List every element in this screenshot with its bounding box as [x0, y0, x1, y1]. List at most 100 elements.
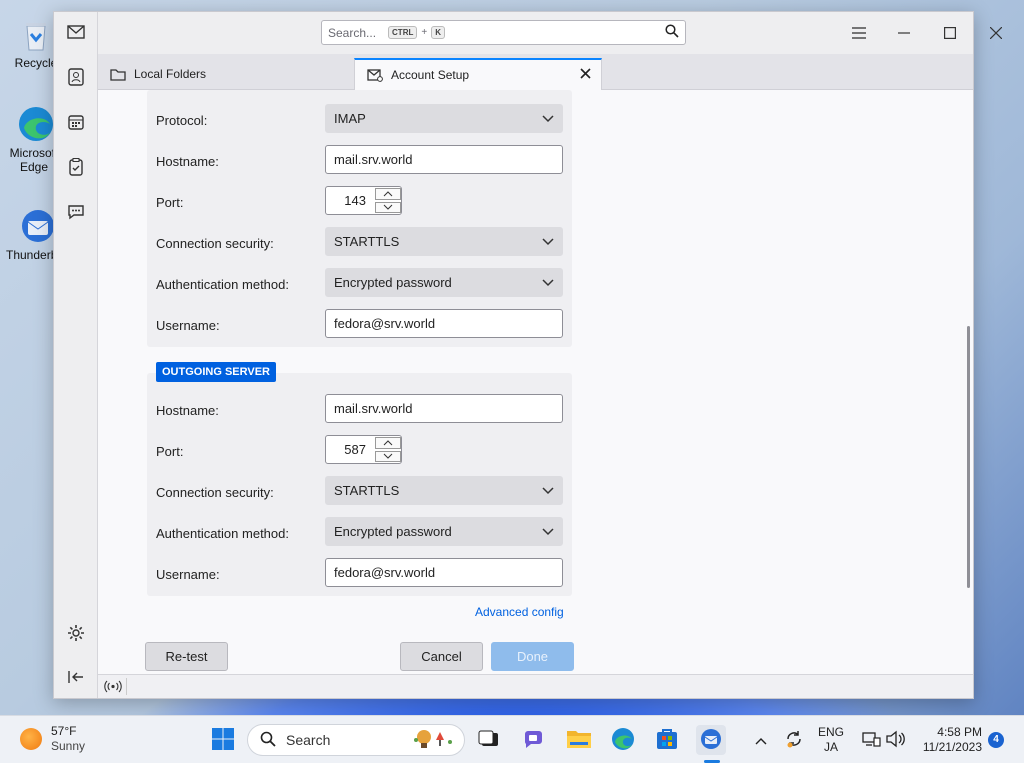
thunderbird-taskbar-button[interactable] — [696, 725, 726, 755]
sun-icon — [20, 728, 42, 750]
outgoing-security-select[interactable]: STARTTLS — [325, 476, 563, 505]
folder-icon — [110, 67, 126, 81]
retest-button[interactable]: Re-test — [145, 642, 228, 671]
sync-tray-button[interactable] — [779, 725, 809, 755]
incoming-username-value: fedora@srv.world — [334, 316, 436, 331]
outgoing-security-value: STARTTLS — [334, 483, 400, 498]
incoming-port-label: Port: — [156, 195, 184, 210]
incoming-auth-label: Authentication method: — [156, 277, 289, 292]
microsoft-store-icon — [655, 727, 679, 754]
sync-icon — [784, 729, 804, 752]
incoming-hostname-label: Hostname: — [156, 154, 219, 169]
chevron-down-icon — [542, 275, 554, 290]
close-window-icon[interactable] — [985, 22, 1007, 44]
incoming-security-select[interactable]: STARTTLS — [325, 227, 563, 256]
start-button[interactable] — [208, 725, 238, 755]
tab-local-folders[interactable]: Local Folders — [98, 58, 348, 90]
mail-icon[interactable] — [64, 20, 88, 44]
collapse-sidebar-icon[interactable] — [64, 665, 88, 689]
volume-tray-button[interactable] — [880, 725, 910, 755]
windows-start-icon — [211, 727, 235, 754]
search-icon[interactable] — [665, 24, 679, 41]
incoming-username-input[interactable]: fedora@srv.world — [325, 309, 563, 338]
shortcut-key-ctrl: CTRL — [388, 26, 418, 39]
edge-icon — [16, 104, 56, 144]
outgoing-port-value: 587 — [344, 442, 366, 457]
global-search-input[interactable]: Search... CTRL + K — [321, 20, 686, 45]
cancel-button[interactable]: Cancel — [400, 642, 483, 671]
shortcut-plus: + — [421, 27, 428, 38]
chevron-down-icon — [542, 234, 554, 249]
incoming-auth-select[interactable]: Encrypted password — [325, 268, 563, 297]
task-view-icon — [478, 730, 500, 751]
thunderbird-icon — [16, 206, 56, 246]
show-hidden-icons-button[interactable] — [746, 725, 776, 755]
account-setup-content: Protocol: IMAP Hostname: mail.srv.world … — [98, 90, 973, 674]
status-bar — [98, 674, 973, 698]
close-tab-icon[interactable] — [580, 68, 591, 82]
input-language-indicator[interactable]: ENG JA — [814, 725, 848, 755]
file-explorer-button[interactable] — [564, 725, 594, 755]
chat-icon[interactable] — [64, 200, 88, 224]
increment-arrow-icon[interactable] — [375, 437, 401, 449]
title-bar: Search... CTRL + K — [98, 12, 1002, 54]
search-icon — [260, 731, 276, 750]
address-book-icon[interactable] — [64, 65, 88, 89]
outgoing-server-badge: OUTGOING SERVER — [156, 362, 276, 382]
tab-label: Local Folders — [134, 67, 207, 81]
increment-arrow-icon[interactable] — [375, 188, 401, 200]
search-highlight-icon — [410, 728, 454, 753]
incoming-username-label: Username: — [156, 318, 220, 333]
search-placeholder: Search... — [328, 25, 377, 40]
teams-chat-button[interactable] — [519, 725, 549, 755]
outgoing-auth-label: Authentication method: — [156, 526, 289, 541]
outgoing-hostname-value: mail.srv.world — [334, 401, 413, 416]
clock-date: 11/21/2023 — [922, 740, 982, 754]
weather-widget[interactable]: 57°F Sunny — [20, 724, 85, 754]
incoming-port-value: 143 — [344, 193, 366, 208]
incoming-hostname-input[interactable]: mail.srv.world — [325, 145, 563, 174]
decrement-arrow-icon[interactable] — [375, 201, 401, 213]
minimize-icon[interactable] — [893, 22, 915, 44]
advanced-config-link[interactable]: Advanced config — [475, 605, 564, 619]
chevron-down-icon — [542, 483, 554, 498]
weather-temp: 57°F — [51, 724, 77, 738]
outgoing-username-value: fedora@srv.world — [334, 565, 436, 580]
calendar-icon[interactable] — [64, 110, 88, 134]
outgoing-username-label: Username: — [156, 567, 220, 582]
edge-taskbar-button[interactable] — [608, 725, 638, 755]
tasks-icon[interactable] — [64, 155, 88, 179]
outgoing-auth-select[interactable]: Encrypted password — [325, 517, 563, 546]
clock-time: 4:58 PM — [937, 725, 982, 739]
tab-bar: Local Folders Account Setup — [98, 54, 973, 90]
account-setup-icon — [367, 68, 383, 82]
chevron-down-icon — [542, 524, 554, 539]
outgoing-auth-value: Encrypted password — [334, 524, 452, 539]
outgoing-username-input[interactable]: fedora@srv.world — [325, 558, 563, 587]
decrement-arrow-icon[interactable] — [375, 450, 401, 462]
content-scrollbar[interactable] — [967, 326, 970, 588]
app-menu-icon[interactable] — [848, 22, 870, 44]
notification-badge[interactable]: 4 — [988, 732, 1004, 748]
weather-condition: Sunny — [51, 739, 86, 753]
outgoing-hostname-input[interactable]: mail.srv.world — [325, 394, 563, 423]
clock[interactable]: 4:58 PM 11/21/2023 — [910, 725, 982, 755]
taskbar-search-label: Search — [286, 732, 331, 748]
done-button[interactable]: Done — [491, 642, 574, 671]
protocol-label: Protocol: — [156, 113, 208, 128]
protocol-select[interactable]: IMAP — [325, 104, 563, 133]
file-explorer-icon — [566, 728, 592, 753]
shortcut-key-k: K — [431, 26, 445, 39]
taskbar-search-box[interactable]: Search — [247, 724, 465, 756]
store-button[interactable] — [652, 725, 682, 755]
tab-label: Account Setup — [391, 68, 470, 82]
incoming-security-label: Connection security: — [156, 236, 274, 251]
task-view-button[interactable] — [474, 725, 504, 755]
tab-account-setup[interactable]: Account Setup — [354, 58, 602, 90]
settings-gear-icon[interactable] — [64, 621, 88, 645]
online-status-icon[interactable] — [104, 680, 122, 696]
maximize-icon[interactable] — [939, 22, 961, 44]
incoming-port-stepper[interactable]: 143 — [325, 186, 402, 215]
outgoing-hostname-label: Hostname: — [156, 403, 219, 418]
outgoing-port-stepper[interactable]: 587 — [325, 435, 402, 464]
